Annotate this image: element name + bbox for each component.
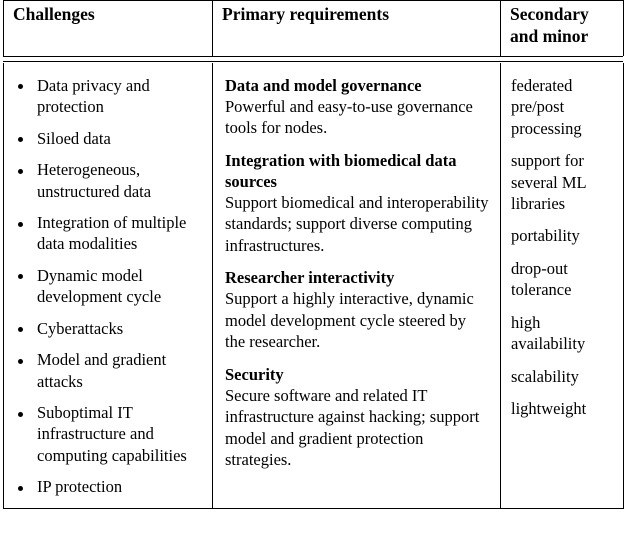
challenge-text: Heterogeneous, unstructured data [37,160,152,201]
list-item: Heterogeneous, unstructured data [10,159,206,202]
bullet-icon [18,274,23,280]
cell-primary-requirements: Data and model governance Powerful and e… [212,62,501,509]
bullet-icon [18,84,23,90]
column-header-primary-requirements: Primary requirements [212,0,501,56]
requirement-description: Powerful and easy-to-use governance tool… [225,96,473,138]
table-body: Data privacy and protection Siloed data … [3,62,624,509]
bullet-icon [18,485,23,491]
secondary-item: drop-out tolerance [511,258,572,300]
bullet-icon [18,358,23,364]
secondary-item: federated pre/post processing [511,75,582,138]
requirement-block: Data and model governance Powerful and e… [225,75,490,139]
requirement-description: Secure software and related IT infrastru… [225,385,480,470]
challenge-text: Cyberattacks [37,318,124,338]
requirement-title: Security [225,364,284,384]
table-row: Data privacy and protection Siloed data … [4,62,624,509]
header-body-divider [3,55,623,63]
bullet-icon [18,327,23,333]
requirement-block: Integration with biomedical data sources… [225,150,490,257]
requirement-description: Support a highly interactive, dynamic mo… [225,289,474,352]
secondary-item: high availability [511,312,586,354]
secondary-item: support for several ML libraries [511,151,586,213]
challenges-list: Data privacy and protection Siloed data … [10,75,206,498]
list-item: Suboptimal IT infrastructure and computi… [10,402,206,466]
table-header-row: Challenges Primary requirements Secondar… [4,0,624,56]
cell-secondary-and-minor: federated pre/post processing support fo… [500,62,624,509]
list-item: Model and gradient attacks [10,349,206,392]
challenge-text: Dynamic model development cycle [37,265,162,307]
list-item: IP protection [10,476,206,497]
bullet-icon [18,411,23,417]
requirement-title: Integration with biomedical data sources [225,150,457,191]
list-item: Integration of multiple data modalities [10,212,206,255]
secondary-item: portability [511,226,580,246]
list-item: Dynamic model development cycle [10,265,206,308]
requirement-description: Support biomedical and interoperability … [225,192,489,255]
challenge-text: Siloed data [37,128,111,148]
challenge-text: Integration of multiple data modalities [37,212,187,254]
table-header: Challenges Primary requirements Secondar… [3,0,624,56]
requirement-block: Researcher interactivity Support a highl… [225,267,490,352]
list-item: Cyberattacks [10,318,206,339]
challenge-text: IP protection [37,477,123,497]
cell-challenges: Data privacy and protection Siloed data … [4,63,213,509]
challenge-text: Suboptimal IT infrastructure and computi… [37,403,187,465]
column-header-challenges: Challenges [13,4,95,24]
requirement-block: Security Secure software and related IT … [225,364,490,471]
secondary-item: lightweight [511,399,587,419]
challenge-text: Data privacy and protection [37,75,150,117]
requirements-table: Challenges Primary requirements Secondar… [3,0,624,509]
requirement-title: Data and model governance [225,75,422,95]
requirement-title: Researcher interactivity [225,268,395,288]
bullet-icon [18,137,23,143]
list-item: Siloed data [10,128,206,149]
secondary-item: scalability [511,366,579,386]
list-item: Data privacy and protection [10,75,206,118]
challenge-text: Model and gradient attacks [37,350,167,391]
column-header-secondary-and-minor: Secondary and minor [500,0,624,56]
bullet-icon [18,221,23,227]
bullet-icon [18,168,23,174]
